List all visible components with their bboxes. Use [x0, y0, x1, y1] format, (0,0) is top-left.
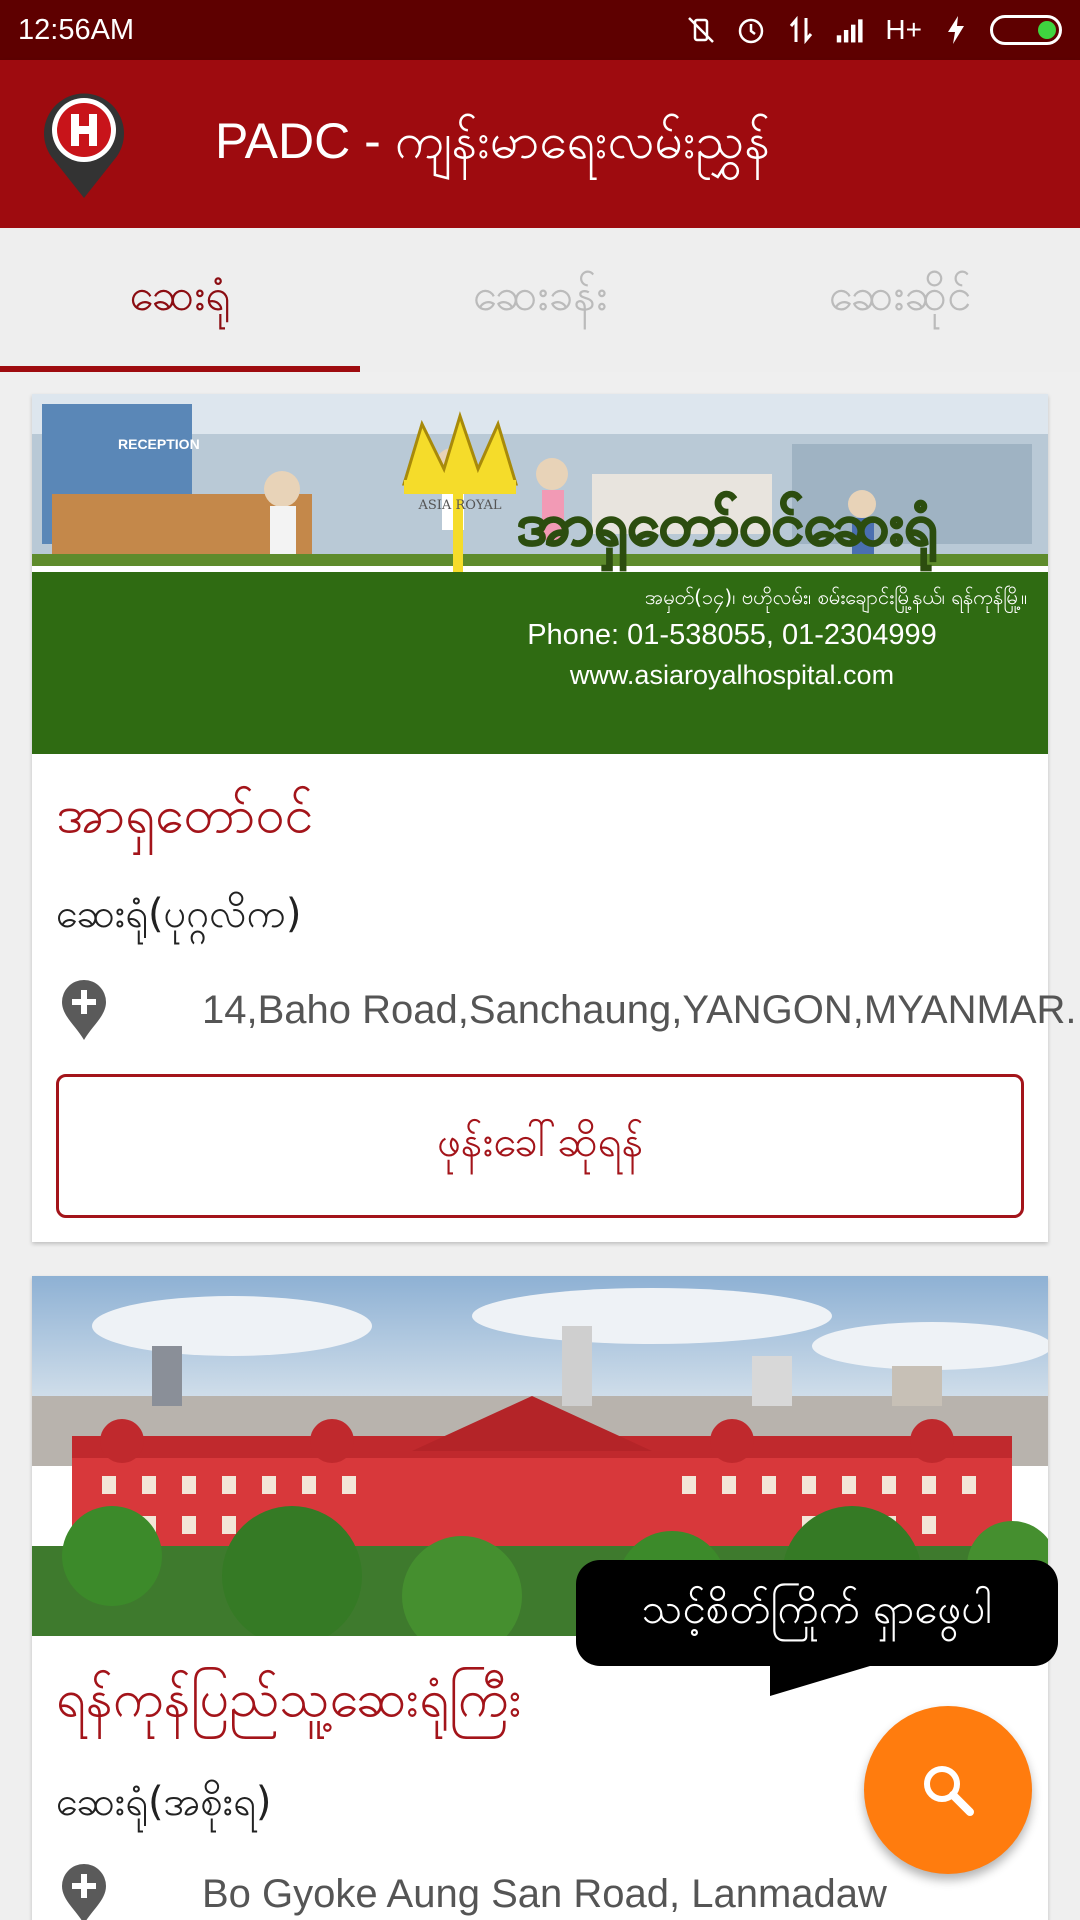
status-bar: 12:56AM H+: [0, 0, 1080, 60]
tab-clinics[interactable]: ဆေးခန်း: [360, 228, 720, 372]
hospital-name: ရန်ကုန်ပြည်သူ့ဆေးရုံကြီး: [56, 1669, 522, 1729]
svg-text:RECEPTION: RECEPTION: [118, 436, 200, 452]
hospital-address: 14,Baho Road,Sanchaung,YANGON,MYANMAR.: [202, 987, 1077, 1032]
svg-text:ASIA ROYAL: ASIA ROYAL: [418, 498, 502, 513]
hospital-banner-image: ASIA ROYAL RECEPTION အာရှတော်ဝင်ဆေးရုံ အ…: [32, 394, 1048, 754]
map-pin-plus-icon: [62, 1864, 106, 1920]
map-pin-plus-icon: [62, 980, 106, 1040]
search-tooltip: သင့်စိတ်ကြိုက် ရှာဖွေပါ: [576, 1560, 1058, 1666]
address-row: Bo Gyoke Aung San Road, Lanmadaw: [56, 1862, 887, 1920]
hospital-address: Bo Gyoke Aung San Road, Lanmadaw: [202, 1871, 887, 1916]
status-icons: H+: [685, 14, 1062, 46]
tooltip-tail: [770, 1660, 890, 1696]
hospital-card[interactable]: ASIA ROYAL RECEPTION အာရှတော်ဝင်ဆေးရုံ အ…: [32, 394, 1077, 1242]
tab-hospitals[interactable]: ဆေးရုံ: [0, 228, 360, 372]
data-transfer-icon: [785, 14, 817, 46]
hospital-type: ဆေးရုံ(အစိုးရ): [56, 1779, 272, 1825]
tab-bar: ဆေးရုံ ဆေးခန်း ဆေးဆိုင်: [0, 228, 1080, 372]
alarm-icon: [735, 14, 767, 46]
tab-indicator: [0, 366, 360, 372]
search-icon: [924, 1766, 974, 1816]
battery-icon: [990, 15, 1062, 45]
svg-text:အမှတ်(၁၄)၊ ဗဟိုလမ်း၊ စမ်းချောင: အမှတ်(၁၄)၊ ဗဟိုလမ်း၊ စမ်းချောင်းမြို့နယ်…: [645, 585, 1027, 613]
tab-pharmacies[interactable]: ဆေးဆိုင်: [720, 228, 1080, 372]
call-button[interactable]: ဖုန်းခေါ်ဆိုရန်: [56, 1074, 1024, 1218]
hospital-name: အာရှတော်ဝင်: [56, 785, 314, 845]
network-type: H+: [885, 14, 922, 45]
charging-icon: [940, 14, 972, 46]
hospital-logo-icon: [44, 93, 124, 198]
app-bar: PADC - ကျန်းမာရေးလမ်းညွှန်: [0, 60, 1080, 228]
signal-icon: [835, 14, 867, 46]
address-row: 14,Baho Road,Sanchaung,YANGON,MYANMAR.: [56, 978, 1077, 1042]
vibrate-off-icon: [685, 14, 717, 46]
hospital-type: ဆေးရုံ(ပုဂ္ဂလိက): [56, 891, 302, 937]
app-title: PADC - ကျန်းမာရေးလမ်းညွှန်: [215, 113, 771, 169]
svg-text:www.asiaroyalhospital.com: www.asiaroyalhospital.com: [569, 660, 894, 690]
status-time: 12:56AM: [18, 13, 135, 46]
svg-text:Phone: 01-538055, 01-2304999: Phone: 01-538055, 01-2304999: [527, 619, 937, 651]
search-button[interactable]: [864, 1706, 1032, 1874]
